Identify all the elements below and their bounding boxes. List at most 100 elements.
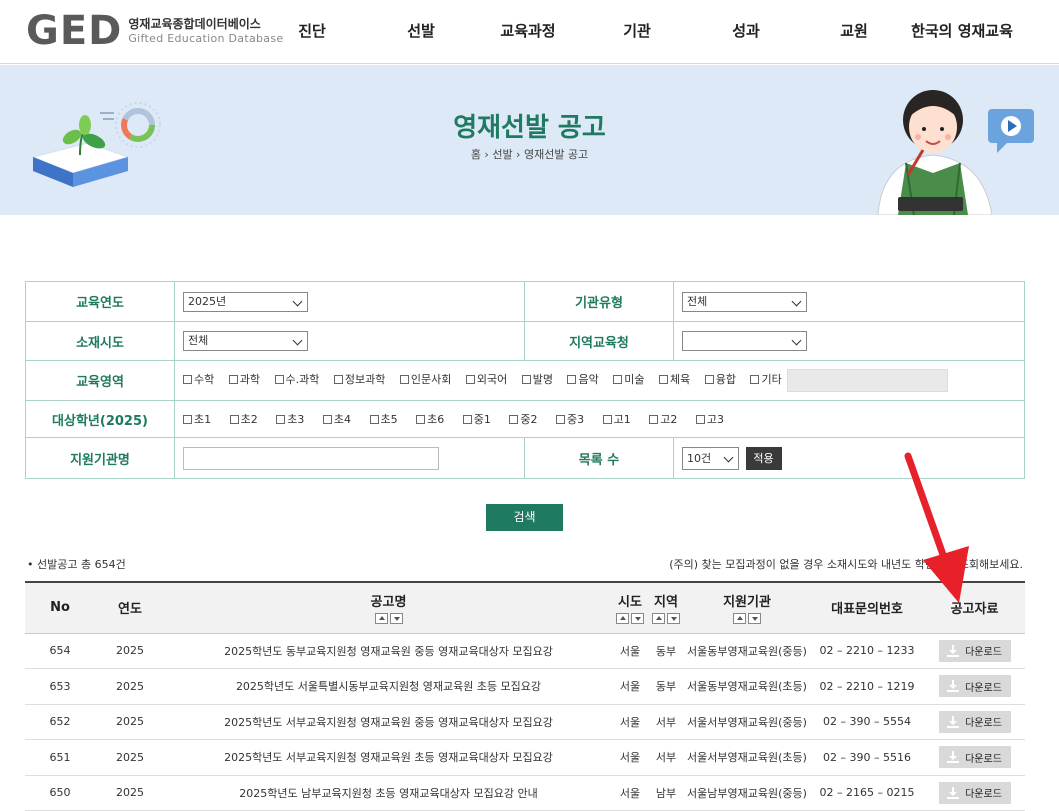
label-education-office: 지역교육청 <box>524 321 674 361</box>
sort-down-icon[interactable] <box>748 613 761 625</box>
nav-institutions[interactable]: 기관 <box>623 20 651 41</box>
cell-org: 서울동부영재교육원(초등) <box>684 668 810 705</box>
chevron-down-icon <box>723 452 734 462</box>
search-button[interactable]: 검색 <box>486 504 563 531</box>
cell-no: 651 <box>25 739 95 776</box>
cell-file: 다운로드 <box>924 668 1025 705</box>
cell-area: 동부 <box>648 633 684 669</box>
sort-up-icon[interactable] <box>652 613 665 625</box>
cell-title[interactable]: 2025학년도 서울특별시동부교육지원청 영재교육원 초등 모집요강 <box>165 668 612 705</box>
result-count: • 선발공고 총 654건 <box>27 558 126 571</box>
field-checkbox-foreign-language[interactable]: 외국어 <box>465 371 507 387</box>
nav-curriculum[interactable]: 교육과정 <box>500 20 555 41</box>
cell-no: 654 <box>25 633 95 669</box>
label-institution-type: 기관유형 <box>524 281 674 322</box>
col-header-file: 공고자료 <box>924 581 1025 634</box>
download-button[interactable]: 다운로드 <box>938 639 1011 662</box>
chevron-down-icon <box>292 335 303 346</box>
grade-checkbox-h3[interactable]: 고3 <box>695 411 724 427</box>
field-checkbox-convergence[interactable]: 융합 <box>704 371 736 387</box>
region-select[interactable]: 전체 <box>183 331 308 351</box>
cell-area: 서부 <box>648 704 684 740</box>
grade-checkbox-e2[interactable]: 초2 <box>229 411 258 427</box>
cell-title[interactable]: 2025학년도 남부교육지원청 초등 영재교육대상자 모집요강 안내 <box>165 775 612 811</box>
year-select[interactable]: 2025년 <box>183 291 308 312</box>
download-icon <box>947 715 960 728</box>
cell-no: 650 <box>25 775 95 811</box>
download-button[interactable]: 다운로드 <box>938 746 1011 769</box>
grade-checkbox-e6[interactable]: 초6 <box>416 411 444 427</box>
grade-checkbox-m2[interactable]: 중2 <box>509 411 538 427</box>
col-header-no: No <box>25 581 95 634</box>
field-checkbox-group: 수학 과학 수.과학 정보과학 인문사회 외국어 발명 음악 미술 체육 융합 … <box>174 360 1025 401</box>
nav-selection[interactable]: 선발 <box>407 20 435 41</box>
org-sort-controls <box>684 613 810 625</box>
cell-title[interactable]: 2025학년도 서부교육지원청 영재교육원 중등 영재교육대상자 모집요강 <box>165 704 612 740</box>
cell-year: 2025 <box>95 739 165 776</box>
download-button[interactable]: 다운로드 <box>938 710 1011 733</box>
grade-checkbox-m1[interactable]: 중1 <box>462 411 491 427</box>
grade-checkbox-e4[interactable]: 초4 <box>322 411 351 427</box>
city-sort-controls <box>612 613 648 625</box>
table-header-row: No 연도 공고명 시도 지역 지원기관 대표문의번호 공고자료 <box>25 581 1025 634</box>
download-button[interactable]: 다운로드 <box>938 675 1011 698</box>
nav-teachers[interactable]: 교원 <box>840 20 868 41</box>
cell-file: 다운로드 <box>924 739 1025 776</box>
cell-file: 다운로드 <box>924 704 1025 740</box>
label-education-field: 교육영역 <box>25 360 175 401</box>
institution-type-select[interactable]: 전체 <box>682 291 807 312</box>
cell-file: 다운로드 <box>924 633 1025 669</box>
cell-title[interactable]: 2025학년도 서부교육지원청 영재교육원 초등 영재교육대상자 모집요강 <box>165 739 612 776</box>
sort-down-icon[interactable] <box>631 613 644 625</box>
field-checkbox-other[interactable]: 기타 <box>750 371 782 387</box>
sort-down-icon[interactable] <box>389 613 403 625</box>
download-icon <box>947 751 960 764</box>
cell-title[interactable]: 2025학년도 동부교육지원청 영재교육원 중등 영재교육대상자 모집요강 <box>165 633 612 669</box>
download-icon <box>947 644 960 657</box>
cell-no: 653 <box>25 668 95 705</box>
cell-phone: 02 – 2210 – 1233 <box>810 633 924 669</box>
page-size-select[interactable]: 10건 <box>682 446 739 470</box>
grade-checkbox-h1[interactable]: 고1 <box>602 411 631 427</box>
institution-name-input[interactable] <box>183 446 439 470</box>
chevron-down-icon <box>791 335 802 346</box>
cell-org: 서울동부영재교육원(중등) <box>684 633 810 669</box>
field-checkbox-invention[interactable]: 발명 <box>521 371 553 387</box>
education-office-select[interactable] <box>682 331 807 351</box>
cell-area: 남부 <box>648 775 684 811</box>
announcement-table: No 연도 공고명 시도 지역 지원기관 대표문의번호 공고자료 654 2025… <box>25 581 1025 811</box>
grade-checkbox-e3[interactable]: 초3 <box>276 411 304 427</box>
sort-down-icon[interactable] <box>667 613 680 625</box>
search-filter-table: 교육연도 2025년 기관유형 전체 소재시도 전체 지역교육청 교육영역 수학… <box>25 281 1025 479</box>
search-notice: (주의) 찾는 모집과정이 없을 경우 소재시도와 내년도 학년으로 조회해보세… <box>669 558 1023 571</box>
other-field-input[interactable] <box>787 369 949 392</box>
cell-city: 서울 <box>612 775 648 811</box>
site-header: GED 영재교육종합데이터베이스 Gifted Education Databa… <box>0 0 1059 64</box>
col-header-org: 지원기관 <box>684 581 810 634</box>
grade-checkbox-m3[interactable]: 중3 <box>556 411 584 427</box>
field-checkbox-math[interactable]: 수학 <box>183 371 214 387</box>
title-sort-controls <box>165 613 612 625</box>
apply-button[interactable]: 적용 <box>745 446 782 470</box>
nav-korea-gifted-education[interactable]: 한국의 영재교육 <box>911 20 1013 41</box>
field-checkbox-music[interactable]: 음악 <box>567 371 599 387</box>
grade-checkbox-e5[interactable]: 초5 <box>369 411 398 427</box>
nav-outcomes[interactable]: 성과 <box>732 20 760 41</box>
download-button[interactable]: 다운로드 <box>938 781 1011 804</box>
field-checkbox-humanities[interactable]: 인문사회 <box>399 371 451 387</box>
field-checkbox-pe[interactable]: 체육 <box>658 371 690 387</box>
area-sort-controls <box>648 613 684 625</box>
grade-checkbox-e1[interactable]: 초1 <box>183 411 211 427</box>
grade-checkbox-h2[interactable]: 고2 <box>649 411 677 427</box>
sort-up-icon[interactable] <box>733 613 746 625</box>
nav-diagnosis[interactable]: 진단 <box>298 20 326 41</box>
field-checkbox-art[interactable]: 미술 <box>613 371 644 387</box>
field-checkbox-information-science[interactable]: 정보과학 <box>333 371 385 387</box>
sort-up-icon[interactable] <box>616 613 629 625</box>
col-header-title: 공고명 <box>165 581 612 634</box>
cell-org: 서울남부영재교육원(중등) <box>684 775 810 811</box>
field-checkbox-science[interactable]: 과학 <box>228 371 260 387</box>
field-checkbox-math-science[interactable]: 수.과학 <box>274 371 319 387</box>
sort-up-icon[interactable] <box>374 613 388 625</box>
teacher-illustration <box>877 90 993 215</box>
